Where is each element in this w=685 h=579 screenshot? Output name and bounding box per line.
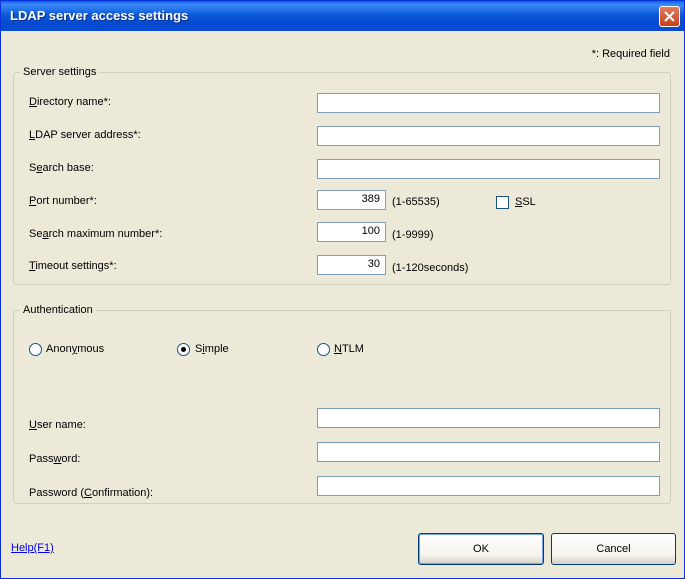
- ok-button[interactable]: OK: [418, 533, 544, 565]
- ldap-server-address-label: LDAP server address*:: [29, 129, 141, 141]
- anonymous-radio[interactable]: [29, 343, 42, 356]
- anonymous-label[interactable]: Anonymous: [46, 343, 104, 355]
- authentication-legend: Authentication: [23, 304, 93, 316]
- password-confirm-input[interactable]: [317, 476, 660, 496]
- close-icon: [664, 11, 675, 22]
- ntlm-label[interactable]: NTLM: [334, 343, 364, 355]
- ldap-settings-dialog: LDAP server access settings *: Required …: [0, 0, 685, 579]
- search-base-input[interactable]: [317, 159, 660, 179]
- help-link[interactable]: Help(F1): [11, 542, 54, 554]
- simple-label[interactable]: Simple: [195, 343, 229, 355]
- timeout-label: Timeout settings*:: [29, 260, 117, 272]
- ssl-checkbox[interactable]: [496, 196, 509, 209]
- required-field-note: *: Required field: [591, 48, 670, 60]
- timeout-input[interactable]: 30: [317, 255, 386, 275]
- ntlm-radio[interactable]: [317, 343, 330, 356]
- directory-name-label: Directory name*:: [29, 96, 111, 108]
- simple-radio[interactable]: [177, 343, 190, 356]
- search-max-input[interactable]: 100: [317, 222, 386, 242]
- password-confirm-label: Password (Confirmation):: [29, 487, 154, 499]
- port-number-range: (1-65535): [392, 196, 440, 208]
- search-max-label: Search maximum number*:: [29, 228, 163, 240]
- cancel-button[interactable]: Cancel: [551, 533, 676, 565]
- ssl-label[interactable]: SSL: [515, 196, 536, 208]
- title-bar[interactable]: LDAP server access settings: [1, 1, 684, 31]
- user-name-label: User name:: [29, 419, 86, 431]
- search-max-range: (1-9999): [392, 229, 434, 241]
- close-button[interactable]: [659, 6, 680, 27]
- password-label: Password:: [29, 453, 81, 465]
- search-base-label: Search base:: [29, 162, 94, 174]
- directory-name-input[interactable]: [317, 93, 660, 113]
- window-title: LDAP server access settings: [10, 8, 189, 23]
- authentication-group: Authentication: [13, 304, 671, 504]
- port-number-input[interactable]: 389: [317, 190, 386, 210]
- timeout-range: (1-120seconds): [392, 262, 469, 274]
- ldap-server-address-input[interactable]: [317, 126, 660, 146]
- port-number-label: Port number*:: [29, 195, 97, 207]
- user-name-input[interactable]: [317, 408, 660, 428]
- password-input[interactable]: [317, 442, 660, 462]
- server-settings-legend: Server settings: [23, 66, 97, 78]
